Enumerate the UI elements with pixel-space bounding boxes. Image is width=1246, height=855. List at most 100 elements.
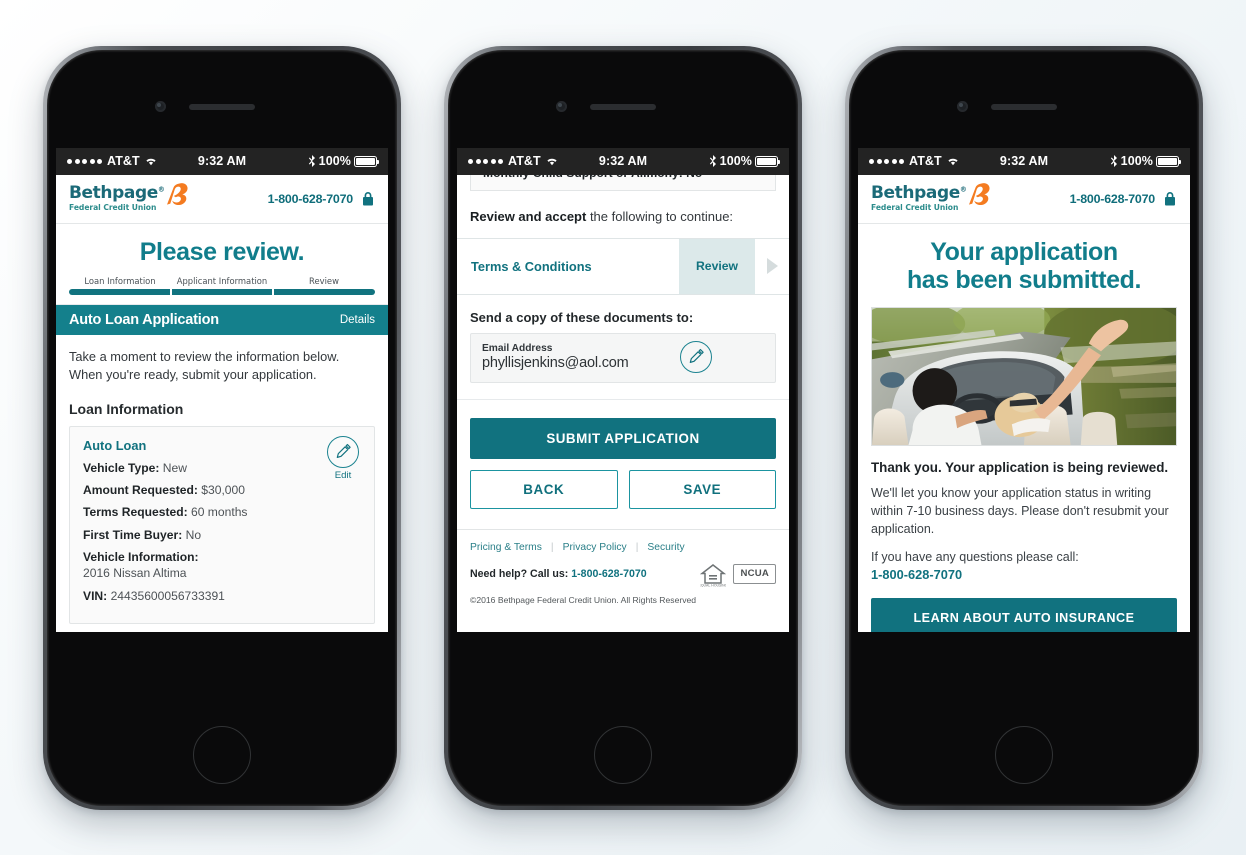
appbar-details-link[interactable]: Details xyxy=(340,314,375,326)
equal-housing-lender-icon: EQUAL HOUSING xyxy=(700,563,727,587)
step-bar-1 xyxy=(69,288,170,295)
home-button-1[interactable] xyxy=(193,725,251,784)
battery-percent-label: 100% xyxy=(719,154,753,168)
terms-conditions-label: Terms & Conditions xyxy=(471,258,592,274)
page-title-3: Your application has been submitted. xyxy=(858,224,1190,299)
field-vin-label: VIN: xyxy=(83,588,108,603)
pencil-icon xyxy=(689,348,704,363)
wifi-icon xyxy=(547,158,557,166)
header-contact: 1-800-628-7070 xyxy=(1070,191,1177,207)
field-first-time-buyer: First Time Buyer: No xyxy=(83,527,361,543)
battery-icon xyxy=(755,155,781,167)
step-bar-2 xyxy=(171,288,273,295)
logo-trademark: ® xyxy=(157,185,165,194)
loan-information-card: Auto Loan Vehicle Type: New Amount Reque… xyxy=(69,425,375,625)
field-vehicle-information: Vehicle Information: 2016 Nissan Altima xyxy=(83,549,361,582)
save-button[interactable]: SAVE xyxy=(628,469,776,509)
header-phone-number[interactable]: 1-800-628-7070 xyxy=(268,192,354,206)
header-contact: 1-800-628-7070 xyxy=(268,191,375,207)
hero-photo xyxy=(871,307,1177,446)
bethpage-logo[interactable]: Bethpage® Federal Credit Union xyxy=(871,183,991,212)
confirmation-call-label: If you have any questions please call: xyxy=(871,549,1079,564)
bluetooth-icon xyxy=(1110,155,1117,167)
field-vehicle-information-value: 2016 Nissan Altima xyxy=(83,566,187,581)
site-header-1: Bethpage® Federal Credit Union 1-800-628… xyxy=(56,174,388,224)
logo-wordmark: Bethpage® Federal Credit Union xyxy=(69,185,165,212)
action-buttons-zone: SUBMIT APPLICATION BACK SAVE xyxy=(457,398,789,529)
home-button-3[interactable] xyxy=(995,725,1053,784)
field-vehicle-information-label: Vehicle Information: xyxy=(83,550,199,565)
page-title-line-2: has been submitted. xyxy=(906,265,1142,294)
step-bar-3 xyxy=(274,288,376,295)
email-field-value[interactable]: phyllisjenkins@aol.com xyxy=(482,355,629,371)
signal-strength-icon xyxy=(67,158,102,164)
phone-3-screen: AT&T 9:32 AM 100% Bethpage® Federal Cred… xyxy=(858,147,1190,632)
confirmation-call-phone[interactable]: 1-800-628-7070 xyxy=(871,566,1177,584)
submit-application-button[interactable]: SUBMIT APPLICATION xyxy=(470,417,776,459)
field-first-time-buyer-label: First Time Buyer: xyxy=(83,527,183,542)
header-phone-number[interactable]: 1-800-628-7070 xyxy=(1070,192,1156,206)
bluetooth-icon xyxy=(709,155,716,167)
bethpage-b-swoosh-icon xyxy=(969,183,991,206)
email-section-heading: Send a copy of these documents to: xyxy=(470,309,694,325)
edit-loan-button[interactable]: Edit xyxy=(323,435,363,481)
svg-text:EQUAL HOUSING: EQUAL HOUSING xyxy=(700,583,726,587)
field-terms-requested-value: 60 months xyxy=(191,505,248,520)
phone-1-screen: AT&T 9:32 AM 100% Bethpage® Federal Cred… xyxy=(56,147,388,632)
footer-help-label: Need help? Call us: xyxy=(470,568,569,580)
step-labels: Loan Information Applicant Information R… xyxy=(69,276,375,286)
status-bar-right: 100% xyxy=(647,154,781,168)
lock-icon xyxy=(1165,191,1175,205)
logo-main-text: Bethpage xyxy=(871,183,960,204)
field-amount-requested-label: Amount Requested: xyxy=(83,483,198,498)
footer-link-privacy-policy[interactable]: Privacy Policy xyxy=(563,542,627,553)
footer-help-phone[interactable]: 1-800-628-7070 xyxy=(571,568,646,580)
footer-link-security[interactable]: Security xyxy=(647,542,684,553)
logo-trademark: ® xyxy=(959,185,967,194)
confirmation-call-block: If you have any questions please call: 1… xyxy=(871,549,1177,585)
step-label-loan-information[interactable]: Loan Information xyxy=(69,276,171,286)
footer-link-pricing-terms[interactable]: Pricing & Terms xyxy=(470,542,542,553)
footer-links: Pricing & Terms | Privacy Policy | Secur… xyxy=(470,542,776,553)
footer-separator-2: | xyxy=(635,541,639,553)
field-amount-requested-value: $30,000 xyxy=(201,483,245,498)
footer-help-row: Need help? Call us: 1-800-628-7070 EQUAL… xyxy=(470,562,776,587)
wifi-icon xyxy=(948,158,958,166)
field-amount-requested: Amount Requested: $30,000 xyxy=(83,482,361,498)
back-button[interactable]: BACK xyxy=(470,469,618,509)
bethpage-logo[interactable]: Bethpage® Federal Credit Union xyxy=(69,183,189,212)
logo-wordmark: Bethpage® Federal Credit Union xyxy=(871,183,967,212)
compliance-badges: EQUAL HOUSING NCUA xyxy=(700,562,776,587)
convertible-driving-photo xyxy=(872,308,1176,445)
ios-status-bar: AT&T 9:32 AM 100% xyxy=(858,147,1190,175)
edit-label: Edit xyxy=(334,469,352,481)
site-header-3: Bethpage® Federal Credit Union 1-800-628… xyxy=(858,174,1190,224)
status-bar-left: AT&T xyxy=(67,154,198,168)
email-input-field[interactable]: Email Address phyllisjenkins@aol.com xyxy=(470,332,776,383)
email-field-texts: Email Address phyllisjenkins@aol.com xyxy=(482,343,629,371)
page-title-line-1: Your application xyxy=(930,237,1118,266)
learn-about-auto-insurance-button[interactable]: LEARN ABOUT AUTO INSURANCE xyxy=(871,597,1177,632)
footer-separator-1: | xyxy=(550,541,554,553)
pencil-icon xyxy=(336,444,351,459)
phone-2-screen: AT&T 9:32 AM 100% Monthly Child Support … xyxy=(457,147,789,632)
loan-information-heading: Loan Information xyxy=(69,400,184,417)
home-button-2[interactable] xyxy=(594,725,652,784)
step-label-applicant-information[interactable]: Applicant Information xyxy=(171,276,273,286)
earpiece-speaker xyxy=(590,103,656,110)
bethpage-b-swoosh-icon xyxy=(167,183,189,206)
confirmation-text: We'll let you know your application stat… xyxy=(871,486,1169,536)
review-accept-bold: Review and accept xyxy=(470,208,587,224)
terms-conditions-row[interactable]: Terms & Conditions Review xyxy=(457,237,789,295)
application-appbar: Auto Loan Application Details xyxy=(56,304,388,335)
ios-status-bar: AT&T 9:32 AM 100% xyxy=(56,147,388,175)
edit-email-button[interactable] xyxy=(680,340,713,373)
ncua-badge: NCUA xyxy=(733,563,776,585)
earpiece-speaker xyxy=(991,103,1057,110)
status-bar-left: AT&T xyxy=(468,154,599,168)
phone-1-body: AT&T 9:32 AM 100% Bethpage® Federal Cred… xyxy=(47,49,397,806)
lock-icon xyxy=(363,191,373,205)
step-label-review[interactable]: Review xyxy=(273,276,375,286)
field-terms-requested-label: Terms Requested: xyxy=(83,505,188,520)
phone-device-1: AT&T 9:32 AM 100% Bethpage® Federal Cred… xyxy=(43,45,401,810)
